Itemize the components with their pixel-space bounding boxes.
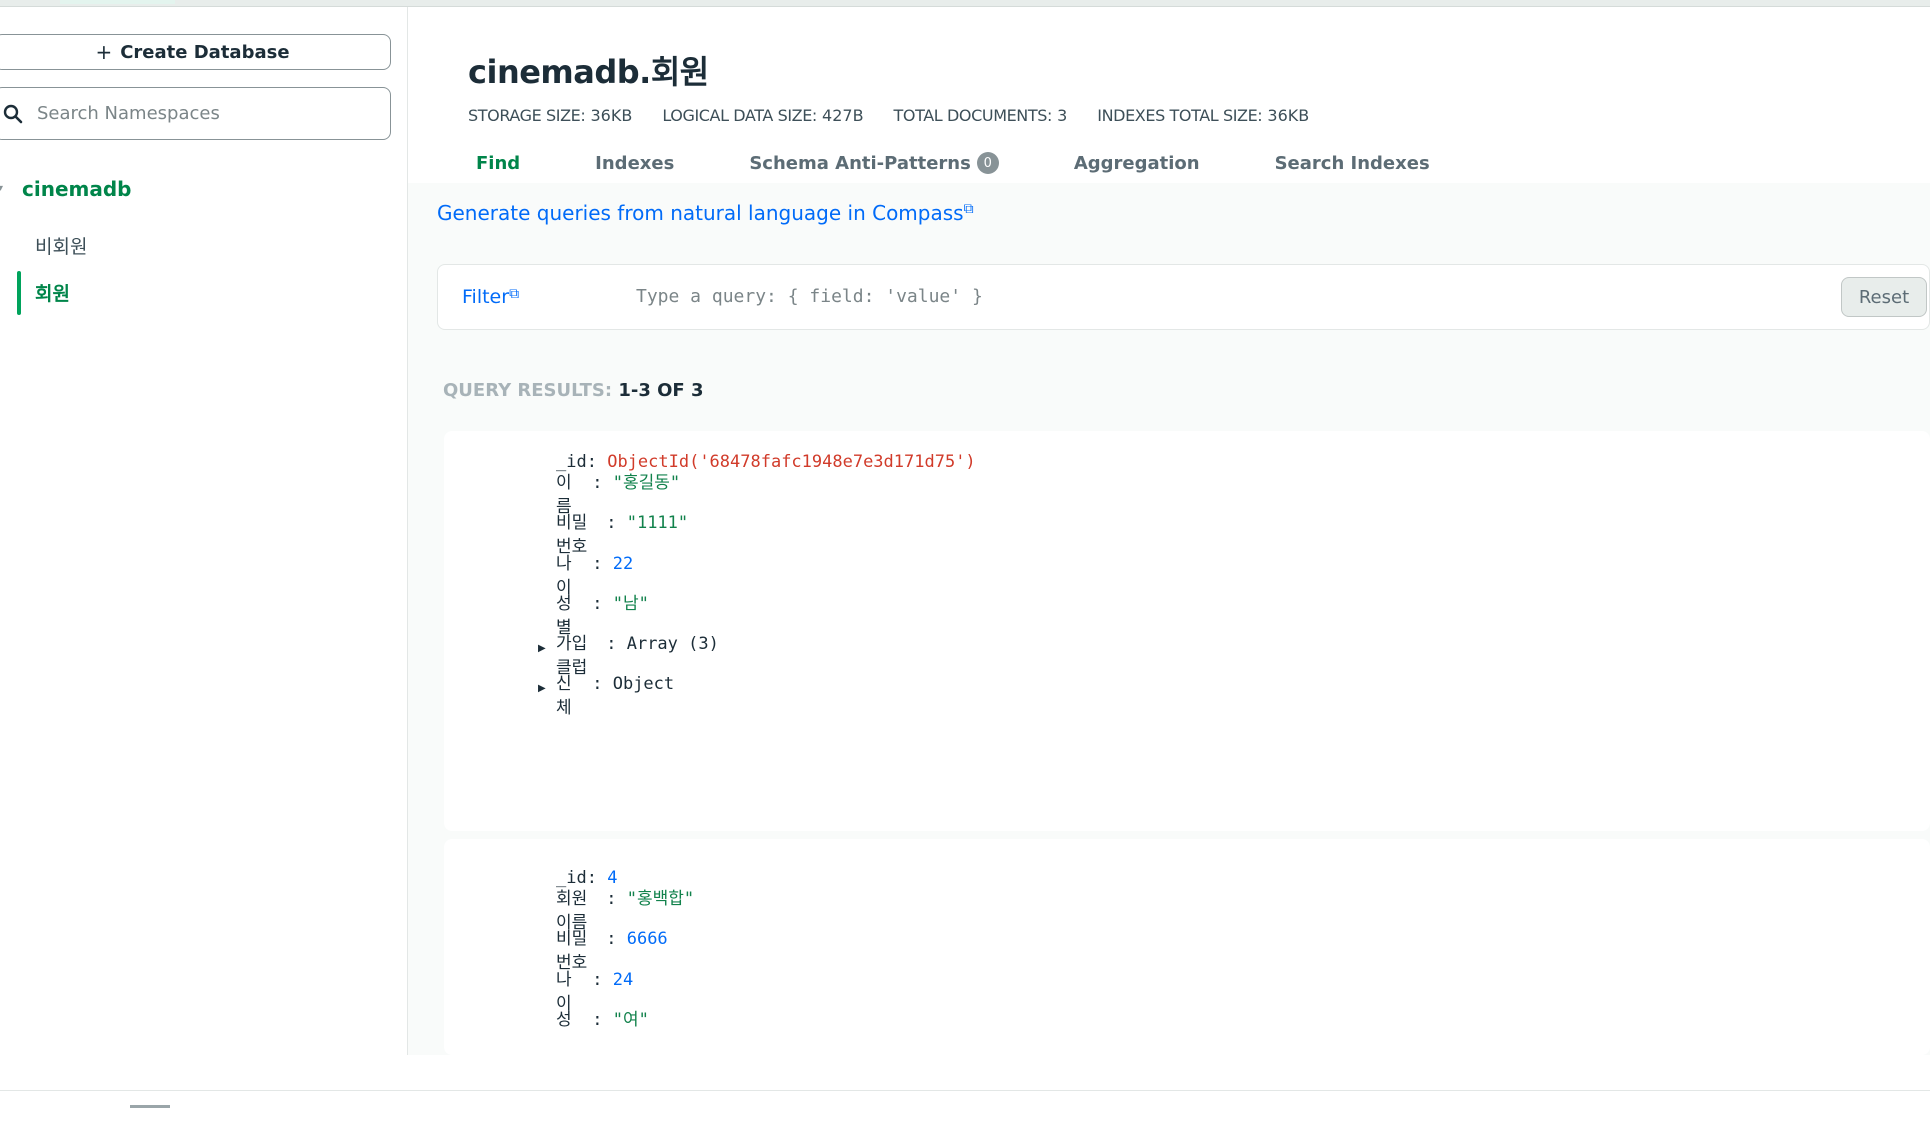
- stat-storage-size: STORAGE SIZE: 36KB: [468, 106, 633, 125]
- external-link-icon: ⧉: [509, 286, 520, 302]
- anti-patterns-count-badge: 0: [976, 152, 999, 174]
- external-link-icon: ⧉: [963, 201, 974, 217]
- filter-link[interactable]: Filter⧉: [462, 286, 519, 308]
- top-border: [0, 0, 1930, 7]
- create-database-button[interactable]: + Create Database: [0, 34, 391, 70]
- tab-aggregation[interactable]: Aggregation: [1074, 152, 1200, 174]
- filter-bar: Filter⧉ Reset: [437, 264, 1930, 330]
- main-panel: cinemadb.회원 STORAGE SIZE: 36KB LOGICAL D…: [408, 7, 1930, 1055]
- document-field: 성 : "여": [556, 1010, 649, 1030]
- plus-icon: +: [95, 40, 113, 64]
- tab-search-indexes[interactable]: Search Indexes: [1275, 152, 1430, 174]
- active-indicator: [17, 271, 21, 315]
- sidebar-database-cinemadb[interactable]: cinemadb: [22, 177, 131, 201]
- document-card[interactable]: _id: ObjectId('68478fafc1948e7e3d171d75'…: [444, 431, 1930, 831]
- expand-caret-icon[interactable]: ▶: [538, 643, 546, 654]
- tab-bar: Find Indexes Schema Anti-Patterns 0 Aggre…: [476, 152, 1505, 174]
- search-namespaces-input[interactable]: [35, 102, 369, 125]
- search-namespaces-field[interactable]: [0, 87, 391, 140]
- sidebar: + Create Database ▾ cinemadb 비회원 회원: [0, 7, 408, 1055]
- search-icon: [3, 104, 23, 123]
- stat-logical-data-size: LOGICAL DATA SIZE: 427B: [662, 106, 864, 125]
- generate-queries-link[interactable]: Generate queries from natural language i…: [437, 201, 974, 225]
- document-card[interactable]: _id: 4 회원이름 : "홍백합" 비밀번호 : 6666 나이 : 24 …: [444, 839, 1930, 1055]
- bottom-panel: [0, 1090, 1930, 1121]
- stat-total-documents: TOTAL DOCUMENTS: 3: [893, 106, 1068, 125]
- stat-indexes-total-size: INDEXES TOTAL SIZE: 36KB: [1097, 106, 1310, 125]
- document-field: 신체 : Object: [556, 674, 675, 718]
- collection-stats: STORAGE SIZE: 36KB LOGICAL DATA SIZE: 42…: [468, 106, 1309, 125]
- caret-down-icon[interactable]: ▾: [0, 183, 3, 194]
- page-title: cinemadb.회원: [468, 53, 709, 91]
- sidebar-collection-nonmember[interactable]: 비회원: [35, 232, 87, 259]
- query-results-count: QUERY RESULTS: 1-3 OF 3: [443, 380, 704, 401]
- bottom-indicator: [130, 1105, 170, 1108]
- reset-button[interactable]: Reset: [1841, 277, 1927, 317]
- sidebar-collection-member[interactable]: 회원: [35, 279, 70, 306]
- top-tab-indicator: [60, 0, 175, 4]
- tab-schema-anti-patterns[interactable]: Schema Anti-Patterns 0: [749, 152, 999, 174]
- expand-caret-icon[interactable]: ▶: [538, 683, 546, 694]
- create-database-label: Create Database: [120, 41, 290, 63]
- tab-indexes[interactable]: Indexes: [595, 152, 674, 174]
- tab-find[interactable]: Find: [476, 152, 520, 174]
- query-input[interactable]: [634, 285, 1538, 308]
